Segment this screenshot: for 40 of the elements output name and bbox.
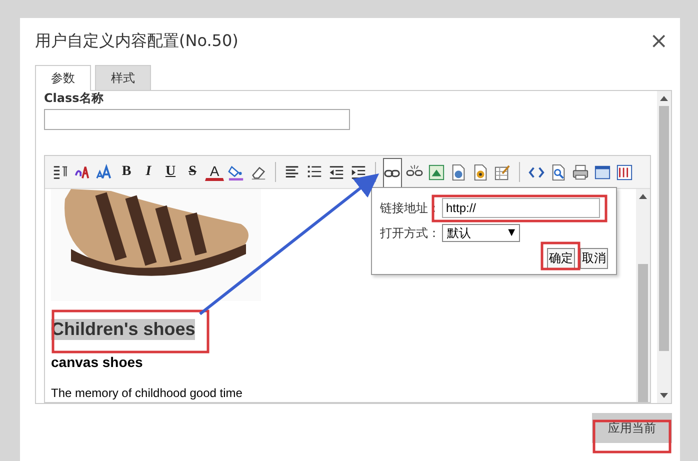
class-name-field[interactable]	[44, 109, 350, 130]
close-button[interactable]: ×	[646, 28, 672, 54]
cancel-button[interactable]: 取消	[580, 248, 608, 269]
paint-bucket-icon	[228, 164, 245, 180]
link-button[interactable]	[383, 158, 402, 188]
url-field[interactable]: http://	[442, 198, 600, 218]
dialog-title: 用户自定义内容配置(No.50)	[35, 30, 238, 52]
indent-icon	[350, 164, 367, 180]
italic-button[interactable]: I	[139, 162, 158, 182]
ok-button[interactable]: 确定	[547, 248, 575, 269]
bold-button[interactable]: B	[117, 162, 136, 182]
font-style-icon	[74, 164, 91, 180]
template-icon	[616, 164, 633, 180]
print-button[interactable]	[571, 162, 590, 182]
font-size-icon	[96, 164, 113, 180]
table-edit-icon	[494, 164, 511, 180]
underline-button[interactable]: U	[161, 162, 180, 182]
field-label: 打开方式：	[380, 224, 440, 242]
preview-icon	[550, 164, 567, 180]
print-icon	[572, 164, 589, 180]
scrollbar[interactable]	[636, 189, 650, 402]
template-button[interactable]	[615, 162, 634, 182]
paragraph-text: The memory of childhood good time	[51, 386, 244, 400]
media-icon	[472, 164, 489, 180]
align-icon	[284, 164, 301, 180]
image-icon	[428, 164, 445, 180]
scrollbar[interactable]	[657, 91, 671, 403]
subheading-text: canvas shoes	[51, 354, 144, 370]
strike-button[interactable]: S	[183, 162, 202, 182]
window-icon	[594, 164, 611, 180]
color-button[interactable]: A	[205, 164, 224, 180]
target-dropdown[interactable]: 默认 ▼	[442, 224, 520, 242]
field-label: Class名称	[44, 91, 104, 106]
image-button[interactable]	[427, 162, 446, 182]
annotation-box	[540, 242, 580, 270]
tab[interactable]: 样式	[95, 65, 151, 90]
paragraph-icon	[52, 164, 69, 180]
outdent-icon	[328, 164, 345, 180]
document-icon	[450, 164, 467, 180]
tab[interactable]: 参数	[35, 65, 91, 91]
